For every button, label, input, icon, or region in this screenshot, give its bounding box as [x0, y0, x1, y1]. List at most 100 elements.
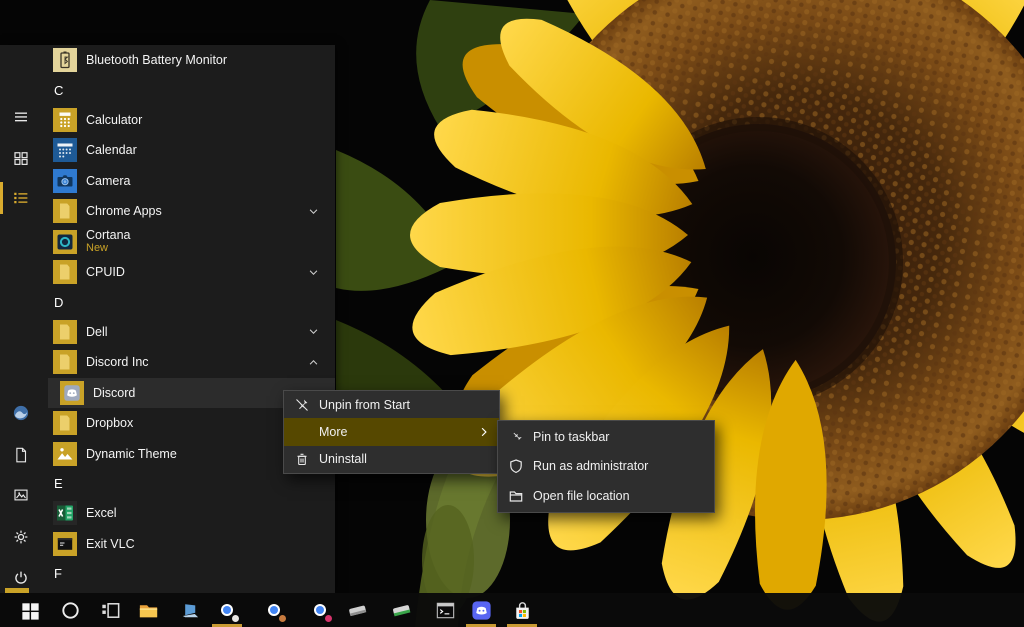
taskbar-discord-button[interactable]	[462, 593, 500, 627]
menu-item-open-file-location[interactable]: Open file location	[498, 481, 714, 511]
menu-item-label: Open file location	[533, 489, 630, 503]
menu-item-label: More	[319, 425, 347, 439]
taskbar-external-drive-2-button[interactable]	[382, 593, 420, 627]
pictures-icon	[12, 486, 30, 504]
exitvlc-tile-icon	[53, 532, 77, 556]
app-section-header[interactable]: C	[48, 76, 335, 105]
taskview-icon	[99, 599, 122, 622]
folder-open-icon	[508, 488, 524, 504]
desktop[interactable]: { "colors":{"accent_gold":"#c9a227","men…	[0, 0, 1024, 627]
app-label: Exit VLC	[86, 537, 135, 551]
chrome-profile-badge	[230, 613, 241, 624]
document-icon	[12, 446, 30, 464]
taskbar-chrome-profile-3-button[interactable]	[301, 593, 339, 627]
menu-item-spacer	[294, 424, 310, 440]
pin-icon	[508, 429, 524, 445]
section-letter: C	[54, 83, 63, 98]
app-item-dell[interactable]: Dell	[48, 317, 335, 348]
taskbar-start-button[interactable]	[11, 593, 49, 627]
app-label: Dell	[86, 325, 108, 339]
app-label: Discord Inc	[86, 355, 149, 369]
taskbar-task-view-button[interactable]	[91, 593, 129, 627]
accent-indicator	[0, 182, 3, 214]
app-item-cortana[interactable]: CortanaNew	[48, 227, 335, 258]
taskbar-external-drive-1-button[interactable]	[338, 593, 376, 627]
chrome-profile-badge	[323, 613, 334, 624]
shield-icon	[508, 458, 524, 474]
app-context-menu: Unpin from Start More Uninstall	[283, 390, 500, 474]
app-item-chrome-apps[interactable]: Chrome Apps	[48, 196, 335, 227]
taskbar-chrome-profile-1-button[interactable]	[208, 593, 246, 627]
section-letter: F	[54, 566, 62, 581]
taskbar-chrome-profile-2-button[interactable]	[255, 593, 293, 627]
app-sublabel-new: New	[86, 243, 130, 254]
chevron-right-icon	[478, 426, 490, 438]
menu-item-pin-to-taskbar[interactable]: Pin to taskbar	[498, 422, 714, 452]
app-item-bluetooth-battery-monitor[interactable]: Bluetooth Battery Monitor	[48, 45, 335, 76]
app-item-calculator[interactable]: Calculator	[48, 105, 335, 136]
app-label: Chrome Apps	[86, 204, 162, 218]
taskbar-command-prompt-button[interactable]	[426, 593, 464, 627]
power-icon	[12, 569, 30, 587]
start-menu: Bluetooth Battery Monitor C CalculatorCale…	[0, 45, 335, 593]
rail-expand-button[interactable]	[0, 97, 48, 137]
menu-item-label: Pin to taskbar	[533, 430, 609, 444]
app-section-header[interactable]: F	[48, 559, 335, 588]
app-label: Bluetooth Battery Monitor	[86, 53, 227, 67]
menu-item-uninstall[interactable]: Uninstall	[284, 446, 499, 473]
rail-settings-button[interactable]	[0, 517, 48, 557]
menu-item-run-as-administrator[interactable]: Run as administrator	[498, 452, 714, 482]
taskbar-cortana-button[interactable]	[51, 593, 89, 627]
folder-tile-icon	[53, 199, 77, 223]
chrome-icon	[263, 599, 285, 621]
winflag-icon	[19, 599, 42, 622]
bbm-tile-icon	[53, 48, 77, 72]
rail-user-button[interactable]	[0, 393, 48, 433]
app-item-camera[interactable]: Camera	[48, 166, 335, 197]
trash-icon	[294, 451, 310, 467]
drive-green-icon	[390, 599, 413, 622]
chrome-icon	[216, 599, 238, 621]
chevron-down-icon	[308, 206, 319, 217]
more-submenu: Pin to taskbar Run as administrator Open f…	[497, 420, 715, 513]
folder-tile-icon	[53, 320, 77, 344]
start-menu-rail	[0, 45, 48, 593]
app-item-exit-vlc[interactable]: Exit VLC	[48, 529, 335, 560]
chrome-profile-badge	[277, 613, 288, 624]
dyntheme-tile-icon	[53, 442, 77, 466]
app-item-excel[interactable]: Excel	[48, 498, 335, 529]
calculator-tile-icon	[53, 108, 77, 132]
circle-icon	[59, 599, 82, 622]
drive-icon	[346, 599, 369, 622]
unpin-icon	[294, 397, 310, 413]
chrome-icon	[309, 599, 331, 621]
app-item-calendar[interactable]: Calendar	[48, 135, 335, 166]
hamburger-icon	[12, 108, 30, 126]
discord-app-icon	[470, 599, 493, 622]
menu-item-more[interactable]: More	[284, 418, 499, 445]
store-icon	[511, 599, 534, 622]
app-section-header[interactable]: D	[48, 288, 335, 317]
rail-all-apps-button[interactable]	[0, 178, 48, 218]
app-item-cpuid[interactable]: CPUID	[48, 257, 335, 288]
folder-tile-icon	[53, 411, 77, 435]
rail-documents-button[interactable]	[0, 435, 48, 475]
camera-tile-icon	[53, 169, 77, 193]
section-letter: E	[54, 476, 63, 491]
discord-tile-icon	[60, 381, 84, 405]
app-label: CPUID	[86, 265, 125, 279]
section-letter: D	[54, 295, 63, 310]
taskbar-file-explorer-button[interactable]	[129, 593, 167, 627]
explorer-icon	[137, 599, 160, 622]
start-menu-app-list: Bluetooth Battery Monitor C CalculatorCale…	[48, 45, 335, 593]
app-label: Discord	[93, 386, 135, 400]
rail-pictures-button[interactable]	[0, 475, 48, 515]
cortana-tile-icon	[53, 230, 77, 254]
app-label: Cortana	[86, 229, 130, 242]
app-item-discord-inc[interactable]: Discord Inc	[48, 347, 335, 378]
folder-tile-icon	[53, 260, 77, 284]
taskbar-laptop-app-button[interactable]	[170, 593, 208, 627]
rail-pinned-tiles-button[interactable]	[0, 138, 48, 178]
taskbar-microsoft-store-button[interactable]	[503, 593, 541, 627]
menu-item-unpin-from-start[interactable]: Unpin from Start	[284, 391, 499, 418]
